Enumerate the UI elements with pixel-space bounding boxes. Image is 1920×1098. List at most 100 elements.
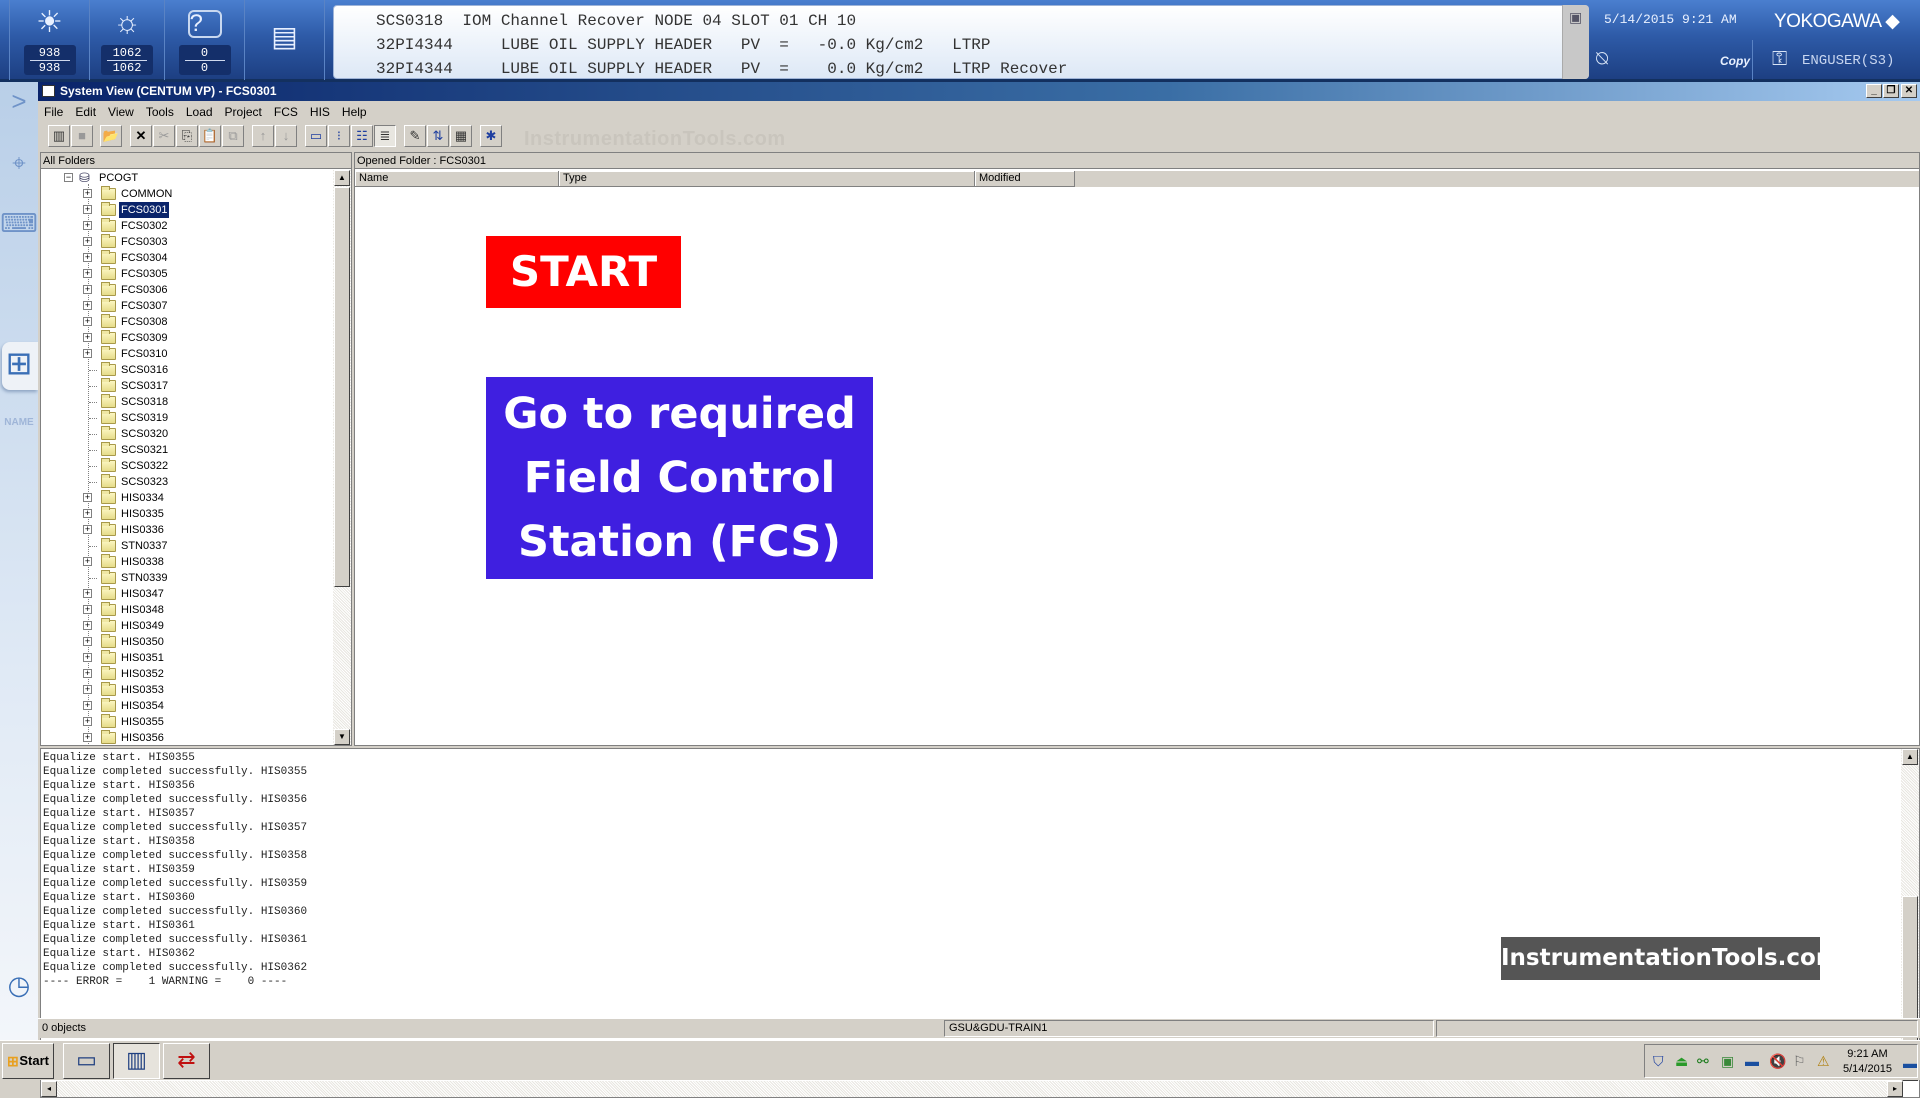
tree-item-label[interactable]: HIS0335 bbox=[119, 506, 166, 522]
tree-item[interactable]: + FCS0304 bbox=[41, 250, 331, 266]
message-monitor-button[interactable]: ▤ bbox=[245, 0, 325, 80]
tree-item[interactable]: + FCS0305 bbox=[41, 266, 331, 282]
start-button[interactable]: ⊞ Start bbox=[2, 1043, 54, 1079]
expand-toggle[interactable]: + bbox=[83, 525, 92, 534]
expand-toggle[interactable]: + bbox=[83, 253, 92, 262]
tree-item[interactable]: SCS0319 bbox=[41, 410, 331, 426]
menu-tools[interactable]: Tools bbox=[140, 102, 180, 119]
tree-item[interactable]: + HIS0354 bbox=[41, 698, 331, 714]
scroll-left-button[interactable]: ◂ bbox=[41, 1081, 57, 1097]
equalize-task[interactable]: ⇄ bbox=[163, 1043, 210, 1079]
expand-toggle[interactable]: + bbox=[83, 269, 92, 278]
expand-toggle[interactable]: + bbox=[83, 221, 92, 230]
menu-his[interactable]: HIS bbox=[304, 102, 336, 119]
menu-load[interactable]: Load bbox=[180, 102, 219, 119]
operator-guide-button[interactable]: ? 0 0 bbox=[165, 0, 245, 80]
log-horizontal-scrollbar[interactable]: ◂ ▸ bbox=[41, 1081, 1903, 1097]
keyboard-icon[interactable]: ⌨ bbox=[0, 208, 38, 239]
copy-button[interactable]: Copy bbox=[1720, 54, 1750, 68]
tree-item[interactable]: + HIS0355 bbox=[41, 714, 331, 730]
delete-icon[interactable]: ✕ bbox=[130, 125, 152, 147]
scroll-thumb[interactable] bbox=[1902, 896, 1918, 1064]
tree-item[interactable]: + HIS0338 bbox=[41, 554, 331, 570]
tree-item[interactable]: SCS0318 bbox=[41, 394, 331, 410]
tree-item-label[interactable]: FCS0304 bbox=[119, 250, 169, 266]
display-icon[interactable]: ▬ bbox=[1745, 1053, 1759, 1069]
remote-icon[interactable]: ▣ bbox=[1721, 1053, 1734, 1070]
close-button[interactable]: ✕ bbox=[1901, 84, 1917, 98]
list-view-icon[interactable]: ☷ bbox=[351, 125, 373, 147]
expand-toggle[interactable]: + bbox=[83, 493, 92, 502]
expand-toggle[interactable]: + bbox=[83, 733, 92, 742]
tree-item[interactable]: SCS0321 bbox=[41, 442, 331, 458]
details-view-icon[interactable]: ≣ bbox=[374, 125, 396, 147]
menu-project[interactable]: Project bbox=[219, 102, 268, 119]
tree-item-label[interactable]: SCS0318 bbox=[119, 394, 170, 410]
alarm-message[interactable]: 32PI4344 LUBE OIL SUPPLY HEADER PV = 0.0… bbox=[376, 60, 1067, 78]
expand-toggle[interactable]: + bbox=[83, 685, 92, 694]
tree-item-label[interactable]: HIS0352 bbox=[119, 666, 166, 682]
expand-toggle[interactable]: + bbox=[83, 333, 92, 342]
tree-item[interactable]: + HIS0347 bbox=[41, 586, 331, 602]
tree-item[interactable]: STN0339 bbox=[41, 570, 331, 586]
scroll-up-button[interactable]: ▲ bbox=[334, 170, 350, 186]
alarm-message[interactable]: SCS0318 IOM Channel Recover NODE 04 SLOT… bbox=[376, 12, 856, 30]
properties-icon[interactable]: ▥ bbox=[48, 125, 70, 147]
expand-toggle[interactable]: + bbox=[83, 637, 92, 646]
tree-item[interactable]: + HIS0356 bbox=[41, 730, 331, 745]
menu-help[interactable]: Help bbox=[336, 102, 373, 119]
navigator-icon[interactable]: ⌖ bbox=[0, 150, 38, 178]
window-titlebar[interactable]: System View (CENTUM VP) - FCS0301 _ ❐ ✕ bbox=[38, 82, 1920, 101]
tree-item[interactable]: + HIS0352 bbox=[41, 666, 331, 682]
tree-item-label[interactable]: STN0337 bbox=[119, 538, 169, 554]
column-type[interactable]: Type bbox=[559, 171, 975, 187]
expand-toggle[interactable]: + bbox=[83, 669, 92, 678]
system-alarm-button[interactable]: ☼ 1062 1062 bbox=[90, 0, 165, 80]
sort-az-icon[interactable]: ⇅ bbox=[427, 125, 449, 147]
tree-item-label[interactable]: FCS0303 bbox=[119, 234, 169, 250]
system-view-task[interactable]: ▥ bbox=[113, 1043, 160, 1079]
copy-icon[interactable]: ⎘ bbox=[176, 125, 198, 147]
column-modified[interactable]: Modified bbox=[975, 171, 1075, 187]
tree-item[interactable]: + FCS0309 bbox=[41, 330, 331, 346]
tree-item-label[interactable]: COMMON bbox=[119, 186, 174, 202]
power-warning-icon[interactable]: ⚠ bbox=[1817, 1053, 1830, 1070]
tree-item-label[interactable]: SCS0320 bbox=[119, 426, 170, 442]
expand-toggle[interactable]: + bbox=[83, 237, 92, 246]
expand-toggle[interactable]: + bbox=[83, 653, 92, 662]
tree-item-label[interactable]: FCS0302 bbox=[119, 218, 169, 234]
move-down-icon[interactable]: ↓ bbox=[275, 125, 297, 147]
tree-item[interactable]: + HIS0350 bbox=[41, 634, 331, 650]
tree-item-label[interactable]: SCS0319 bbox=[119, 410, 170, 426]
buzzer-off-icon[interactable]: ⍉ bbox=[1596, 48, 1608, 71]
large-icons-icon[interactable]: ▭ bbox=[305, 125, 327, 147]
tree-item-label[interactable]: FCS0310 bbox=[119, 346, 169, 362]
stop-icon[interactable]: ■ bbox=[71, 125, 93, 147]
tree-item-label[interactable]: FCS0307 bbox=[119, 298, 169, 314]
tree-item-label[interactable]: HIS0348 bbox=[119, 602, 166, 618]
tree-item-label[interactable]: HIS0353 bbox=[119, 682, 166, 698]
tree-item-label[interactable]: SCS0323 bbox=[119, 474, 170, 490]
move-up-icon[interactable]: ↑ bbox=[252, 125, 274, 147]
tree-item-label[interactable]: HIS0347 bbox=[119, 586, 166, 602]
tree-item[interactable]: + FCS0301 bbox=[41, 201, 331, 219]
tree-item[interactable]: SCS0323 bbox=[41, 474, 331, 490]
user-in-button[interactable]: ENGUSER(S3) bbox=[1802, 53, 1894, 69]
tree-item-label[interactable]: HIS0350 bbox=[119, 634, 166, 650]
paste-special-icon[interactable]: ⧉ bbox=[222, 125, 244, 147]
tree-root[interactable]: PCOGT bbox=[97, 170, 140, 186]
tree-item-label[interactable]: FCS0301 bbox=[117, 201, 171, 219]
tree-item[interactable]: + HIS0334 bbox=[41, 490, 331, 506]
volume-muted-icon[interactable]: 🔇 bbox=[1769, 1053, 1786, 1070]
tools-icon[interactable]: ✱ bbox=[480, 125, 502, 147]
clock[interactable]: 9:21 AM 5/14/2015 bbox=[1843, 1047, 1892, 1077]
expand-toggle[interactable]: + bbox=[83, 509, 92, 518]
column-name[interactable]: Name bbox=[355, 171, 559, 187]
expand-toggle[interactable]: + bbox=[83, 349, 92, 358]
antivirus-shield-icon[interactable]: ⛉ bbox=[1653, 1053, 1664, 1070]
process-alarm-button[interactable]: ☀ 938 938 bbox=[10, 0, 90, 80]
tree-item-label[interactable]: SCS0321 bbox=[119, 442, 170, 458]
alarm-message[interactable]: 32PI4344 LUBE OIL SUPPLY HEADER PV = -0.… bbox=[376, 36, 991, 54]
tree-item-label[interactable]: HIS0338 bbox=[119, 554, 166, 570]
tree-item[interactable]: + FCS0310 bbox=[41, 346, 331, 362]
